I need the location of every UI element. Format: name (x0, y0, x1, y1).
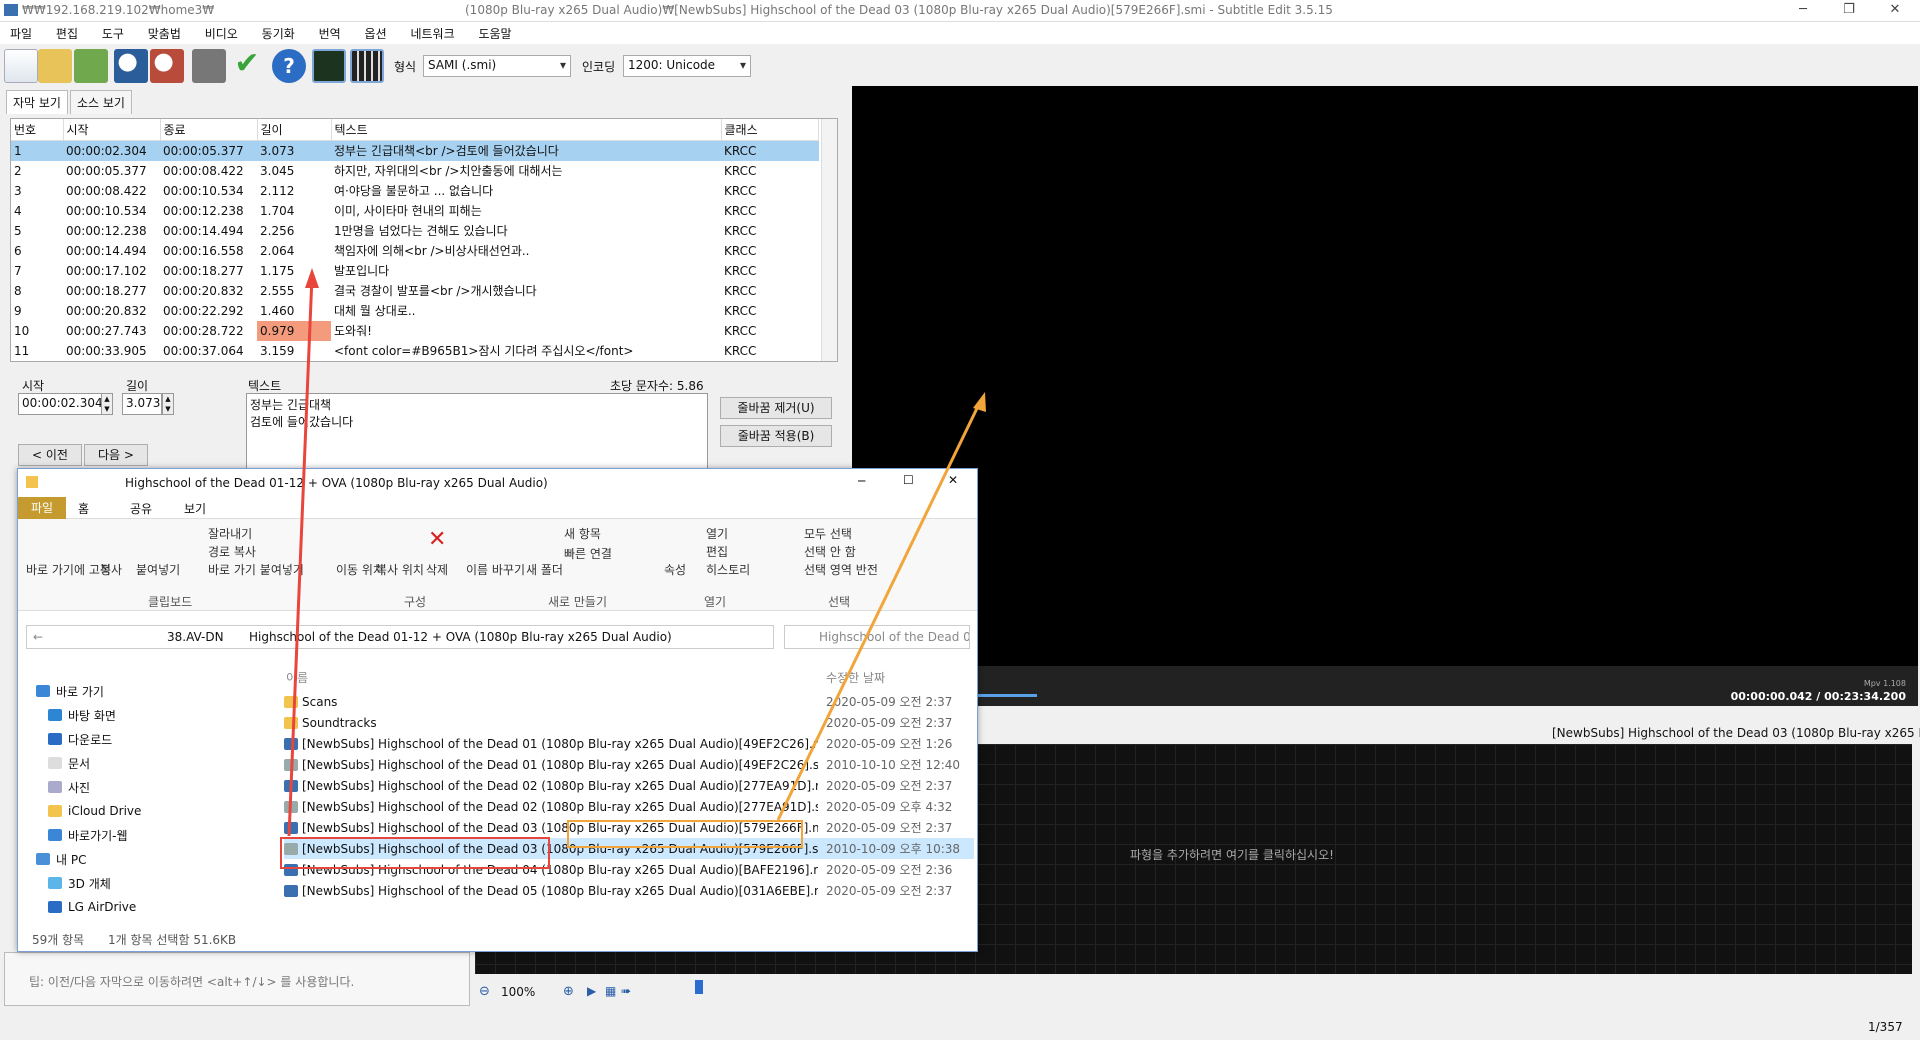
red-arrow (287, 275, 314, 837)
orange-arrow (776, 399, 983, 821)
orange-highlight-box (567, 820, 803, 848)
red-arrowhead (305, 268, 319, 288)
annotation-overlay (280, 268, 986, 869)
red-highlight-box (280, 837, 550, 869)
orange-arrowhead (973, 392, 986, 412)
